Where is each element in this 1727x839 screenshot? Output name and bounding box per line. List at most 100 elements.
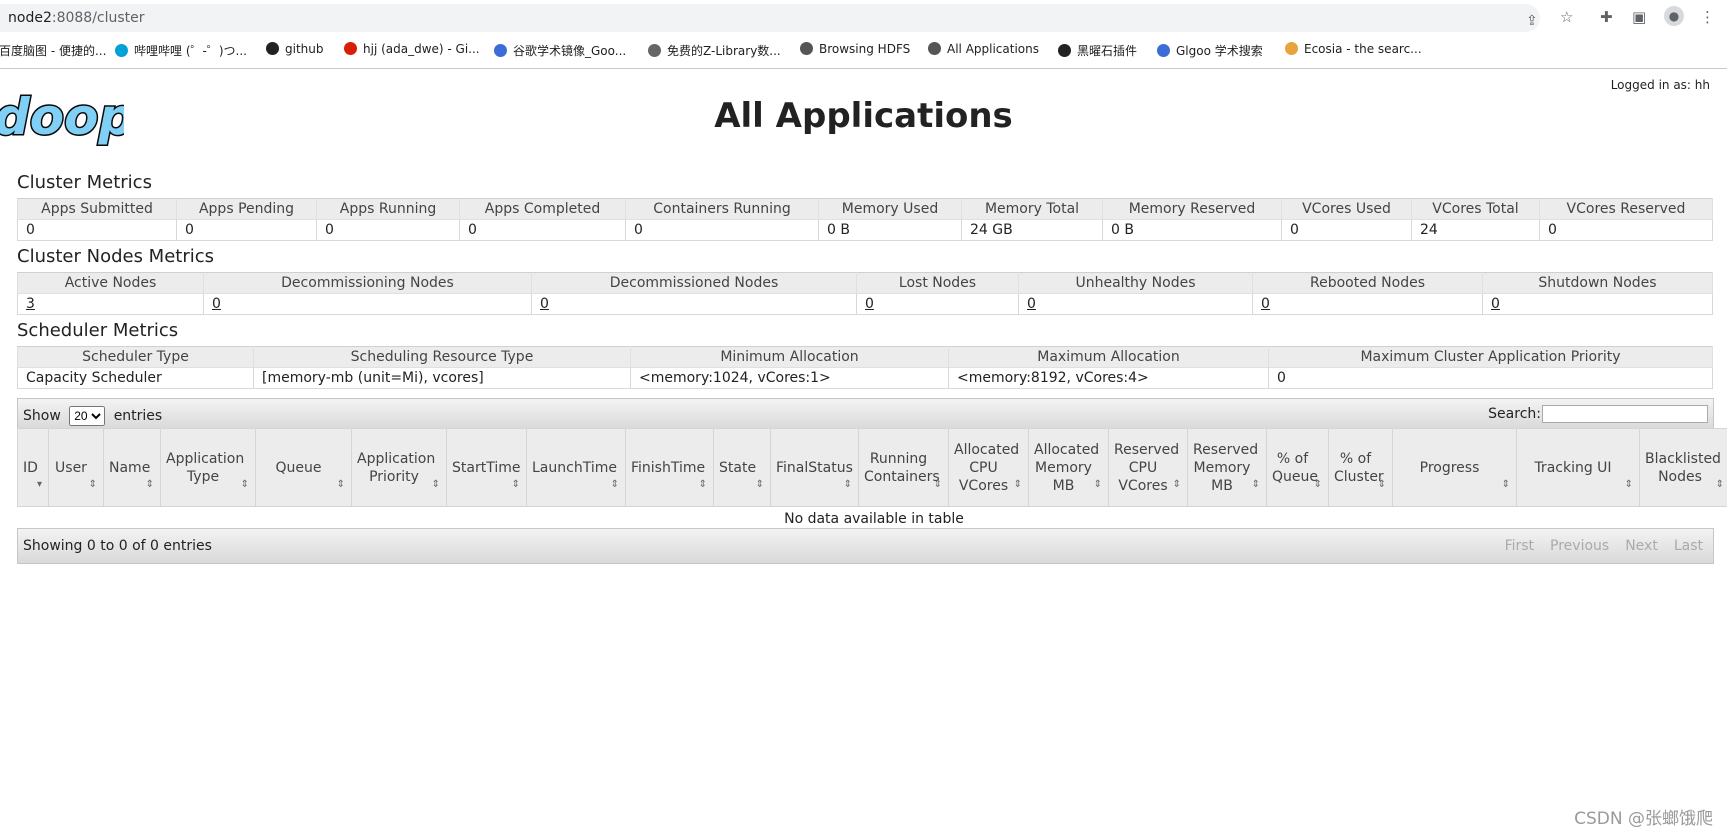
column-header-of-queue[interactable]: % of Queue ⇕ [1266, 428, 1329, 507]
node_metrics-header: Unhealthy Nodes [1018, 272, 1253, 294]
sort-icon[interactable]: ⇕ [1625, 476, 1633, 494]
bookmark-item[interactable]: 谷歌学术镜像_Goo... [494, 42, 626, 59]
column-header-name[interactable]: Name ⇕ [103, 428, 161, 507]
column-header-finalstatus[interactable]: FinalStatus ⇕ [770, 428, 859, 507]
pagination-next-button[interactable]: Next [1621, 538, 1662, 554]
bookmark-star-icon[interactable]: ☆ [1560, 8, 1573, 26]
sort-icon[interactable]: ▾ [37, 476, 42, 494]
url-text[interactable]: node2:8088/cluster [8, 10, 145, 26]
column-header-running-containers[interactable]: Running Containers ⇕ [858, 428, 949, 507]
sort-icon[interactable]: ⇕ [1378, 476, 1386, 494]
pagination-first-button[interactable]: First [1501, 538, 1538, 554]
column-header-reserved-cpu-vcores[interactable]: Reserved CPU VCores ⇕ [1108, 428, 1188, 507]
extensions-icon[interactable]: ✚ [1600, 8, 1613, 26]
cluster_metrics-value: 0 [625, 219, 819, 241]
sort-icon[interactable]: ⇕ [1716, 476, 1724, 494]
column-header-application-priority[interactable]: Application Priority ⇕ [351, 428, 447, 507]
bookmark-favicon-icon [1058, 44, 1071, 57]
node-count-link[interactable]: 0 [1491, 296, 1500, 312]
node_metrics-header: Shutdown Nodes [1482, 272, 1713, 294]
sort-icon[interactable]: ⇕ [1173, 476, 1181, 494]
column-header-starttime[interactable]: StartTime ⇕ [446, 428, 527, 507]
node-count-link[interactable]: 0 [1261, 296, 1270, 312]
bookmark-item[interactable]: Browsing HDFS [800, 42, 910, 56]
node-count-link[interactable]: 3 [26, 296, 35, 312]
column-header-launchtime[interactable]: LaunchTime ⇕ [526, 428, 626, 507]
column-header-reserved-memory-mb[interactable]: Reserved Memory MB ⇕ [1187, 428, 1267, 507]
column-header-progress[interactable]: Progress ⇕ [1392, 428, 1517, 507]
bookmark-label: 谷歌学术镜像_Goo... [513, 44, 627, 58]
cluster_metrics-header: Memory Reserved [1102, 198, 1282, 220]
pagination-last-button[interactable]: Last [1670, 538, 1707, 554]
bookmark-item[interactable]: 哔哩哔哩 (゜-゜)つ... [115, 42, 247, 59]
bookmark-item[interactable]: Glgoo 学术搜索 [1157, 42, 1263, 59]
side-panel-icon[interactable]: ▣ [1632, 8, 1646, 26]
bookmark-item[interactable]: 免费的Z-Library数... [648, 42, 781, 59]
bookmark-item[interactable]: 黑曜石插件 [1058, 42, 1137, 59]
pagination-previous-button[interactable]: Previous [1546, 538, 1613, 554]
cluster_metrics-header: Apps Submitted [17, 198, 177, 220]
cluster_metrics-header: VCores Total [1411, 198, 1540, 220]
node_metrics-value: 0 [1018, 293, 1253, 315]
sort-icon[interactable]: ⇕ [1252, 476, 1260, 494]
cluster_metrics-header: Apps Running [316, 198, 460, 220]
cluster-metrics-table: Apps Submitted Apps Pending Apps Running Ap… [17, 198, 1713, 241]
sort-icon[interactable]: ⇕ [611, 476, 619, 494]
node_metrics-value: 0 [1252, 293, 1483, 315]
bookmark-item[interactable]: Ecosia - the searc... [1285, 42, 1422, 56]
column-header-user[interactable]: User ⇕ [48, 428, 104, 507]
column-header-label: FinalStatus [776, 459, 853, 476]
bookmark-item[interactable]: All Applications [928, 42, 1039, 56]
sort-icon[interactable]: ⇕ [1502, 476, 1510, 494]
sort-icon[interactable]: ⇕ [146, 476, 154, 494]
sort-icon[interactable]: ⇕ [934, 476, 942, 494]
menu-kebab-icon[interactable]: ⋮ [1700, 8, 1715, 26]
page-title: All Applications [714, 96, 1013, 136]
bookmark-label: Ecosia - the searc... [1304, 42, 1422, 56]
sort-icon[interactable]: ⇕ [699, 476, 707, 494]
column-header-allocated-cpu-vcores[interactable]: Allocated CPU VCores ⇕ [948, 428, 1029, 507]
bookmark-item[interactable]: 百度脑图 - 便捷的... [0, 42, 106, 59]
column-header-label: Progress [1419, 459, 1480, 476]
column-header-of-cluster[interactable]: % of Cluster ⇕ [1328, 428, 1393, 507]
url-box[interactable]: node2:8088/cluster ⇪ [0, 4, 1540, 32]
node-count-link[interactable]: 0 [212, 296, 221, 312]
sort-icon[interactable]: ⇕ [432, 476, 440, 494]
column-header-id[interactable]: ID ▾ [17, 428, 49, 507]
sort-icon[interactable]: ⇕ [241, 476, 249, 494]
share-icon[interactable]: ⇪ [1526, 13, 1538, 29]
search-input[interactable] [1542, 405, 1708, 423]
column-header-label: Queue [275, 459, 322, 476]
scheduler_metrics-header: Maximum Cluster Application Priority [1268, 346, 1713, 368]
sort-icon[interactable]: ⇕ [89, 476, 97, 494]
sort-icon[interactable]: ⇕ [337, 476, 345, 494]
column-header-finishtime[interactable]: FinishTime ⇕ [625, 428, 714, 507]
sort-icon[interactable]: ⇕ [1094, 476, 1102, 494]
sort-icon[interactable]: ⇕ [512, 476, 520, 494]
sort-icon[interactable]: ⇕ [844, 476, 852, 494]
column-header-label: ID [23, 459, 38, 476]
sort-icon[interactable]: ⇕ [1314, 476, 1322, 494]
cluster_metrics-header: Apps Pending [176, 198, 317, 220]
node-count-link[interactable]: 0 [540, 296, 549, 312]
node-count-link[interactable]: 0 [865, 296, 874, 312]
node-count-link[interactable]: 0 [1027, 296, 1036, 312]
bookmark-label: 哔哩哔哩 (゜-゜)つ... [134, 44, 247, 58]
column-header-tracking-ui[interactable]: Tracking UI ⇕ [1516, 428, 1640, 507]
column-header-state[interactable]: State ⇕ [713, 428, 771, 507]
bookmark-item[interactable]: github [266, 42, 323, 56]
scheduler_metrics-value: [memory-mb (unit=Mi), vcores] [253, 367, 631, 389]
column-header-queue[interactable]: Queue ⇕ [255, 428, 352, 507]
profile-avatar-icon[interactable]: ● [1664, 6, 1684, 26]
column-header-blacklisted-nodes[interactable]: Blacklisted Nodes ⇕ [1639, 428, 1727, 507]
scheduler-metrics-table: Scheduler Type Scheduling Resource Type Mi… [17, 346, 1713, 389]
column-header-application-type[interactable]: Application Type ⇕ [160, 428, 256, 507]
page-size-select[interactable]: 20 [69, 406, 106, 426]
applications-table: ID ▾ User ⇕ Name ⇕ Application Type ⇕ Queue ⇕ Appl… [17, 428, 1727, 531]
sort-icon[interactable]: ⇕ [756, 476, 764, 494]
bookmark-item[interactable]: hjj (ada_dwe) - Gi... [344, 42, 480, 56]
scheduler_metrics-value: <memory:1024, vCores:1> [630, 367, 949, 389]
sort-icon[interactable]: ⇕ [1014, 476, 1022, 494]
bookmark-favicon-icon [344, 42, 357, 55]
column-header-allocated-memory-mb[interactable]: Allocated Memory MB ⇕ [1028, 428, 1109, 507]
